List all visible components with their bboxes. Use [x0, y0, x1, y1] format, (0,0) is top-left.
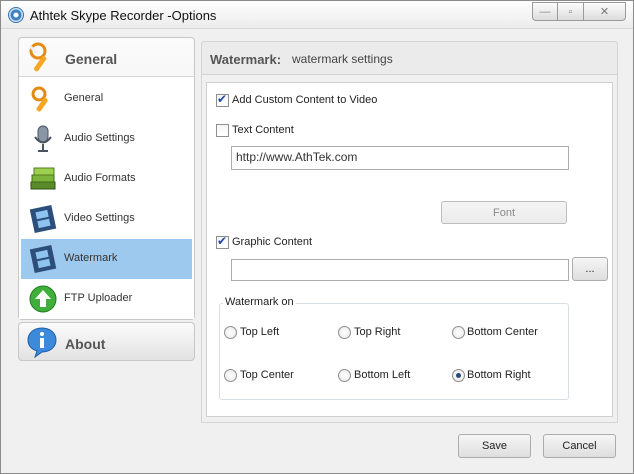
film-icon [29, 244, 57, 274]
add-custom-content-label[interactable]: Add Custom Content to Video [232, 94, 377, 106]
info-icon [27, 327, 57, 358]
graphic-path-input[interactable] [231, 259, 569, 281]
radio-top-center-label[interactable]: Top Center [240, 369, 294, 381]
title-bar: Athtek Skype Recorder -Options — ▫ ✕ [1, 1, 633, 29]
add-custom-content-checkbox[interactable] [216, 92, 229, 107]
sidebar-item-general[interactable]: General [21, 79, 192, 119]
panel-title: Watermark: [210, 52, 282, 67]
graphic-content-checkbox[interactable] [216, 234, 229, 249]
about-section-header[interactable]: About [19, 323, 194, 361]
sidebar-item-label: Video Settings [64, 212, 135, 224]
maximize-icon: ▫ [568, 5, 573, 18]
text-content-label[interactable]: Text Content [232, 124, 294, 136]
font-button[interactable]: Font [441, 201, 567, 224]
panel-subtitle: watermark settings [292, 52, 393, 66]
upload-arrow-icon [29, 285, 57, 313]
maximize-button[interactable]: ▫ [558, 2, 584, 21]
about-section-label: About [65, 336, 106, 352]
app-icon [8, 7, 24, 23]
sidebar-item-label: Audio Formats [64, 172, 136, 184]
wrench-icon [28, 42, 47, 72]
radio-top-right-label[interactable]: Top Right [354, 326, 400, 338]
radio-top-left[interactable] [224, 326, 237, 339]
cancel-button[interactable]: Cancel [543, 434, 616, 458]
browse-button[interactable]: ... [572, 257, 608, 281]
radio-bottom-center-label[interactable]: Bottom Center [467, 326, 538, 338]
sidebar-item-ftp-uploader[interactable]: FTP Uploader [21, 279, 192, 319]
panel-header: Watermark: watermark settings [201, 41, 618, 75]
radio-top-left-label[interactable]: Top Left [240, 326, 279, 338]
film-icon [29, 204, 57, 234]
books-icon [30, 167, 56, 190]
close-icon: ✕ [599, 6, 610, 18]
text-content-input[interactable]: http://www.AthTek.com [231, 146, 569, 170]
general-section: General General Audio Settings Audio For… [18, 37, 195, 320]
sidebar-item-label: General [64, 92, 104, 104]
graphic-content-label[interactable]: Graphic Content [232, 236, 312, 248]
close-button[interactable]: ✕ [584, 2, 626, 21]
radio-bottom-right[interactable] [452, 369, 465, 382]
sidebar-item-label: Watermark [64, 252, 118, 264]
wrench-icon [31, 86, 48, 112]
sidebar-item-video-settings[interactable]: Video Settings [21, 199, 192, 239]
radio-bottom-center[interactable] [452, 326, 465, 339]
general-section-label: General [65, 51, 118, 67]
save-button[interactable]: Save [458, 434, 531, 458]
microphone-icon [34, 125, 52, 152]
minimize-icon: — [539, 5, 551, 18]
radio-bottom-left[interactable] [338, 369, 351, 382]
radio-bottom-right-label[interactable]: Bottom Right [467, 369, 531, 381]
sidebar-item-label: Audio Settings [64, 132, 135, 144]
radio-top-right[interactable] [338, 326, 351, 339]
general-section-header[interactable]: General [19, 38, 194, 76]
window-title: Athtek Skype Recorder -Options [30, 8, 217, 23]
sidebar-item-watermark[interactable]: Watermark [21, 239, 192, 279]
watermark-position-group [219, 303, 569, 400]
radio-top-center[interactable] [224, 369, 237, 382]
watermark-position-legend: Watermark on [223, 296, 296, 308]
caption-buttons: — ▫ ✕ [532, 2, 626, 21]
minimize-button[interactable]: — [532, 2, 558, 21]
options-window: Athtek Skype Recorder -Options — ▫ ✕ Gen… [0, 0, 634, 474]
sidebar-item-audio-settings[interactable]: Audio Settings [21, 119, 192, 159]
sidebar-item-label: FTP Uploader [64, 292, 133, 304]
general-section-items: General Audio Settings Audio Formats Vid… [19, 76, 194, 319]
sidebar-nav: General General Audio Settings Audio For… [18, 37, 195, 361]
about-section[interactable]: About [18, 322, 195, 361]
sidebar-item-audio-formats[interactable]: Audio Formats [21, 159, 192, 199]
radio-bottom-left-label[interactable]: Bottom Left [354, 369, 410, 381]
text-content-checkbox[interactable] [216, 124, 229, 137]
